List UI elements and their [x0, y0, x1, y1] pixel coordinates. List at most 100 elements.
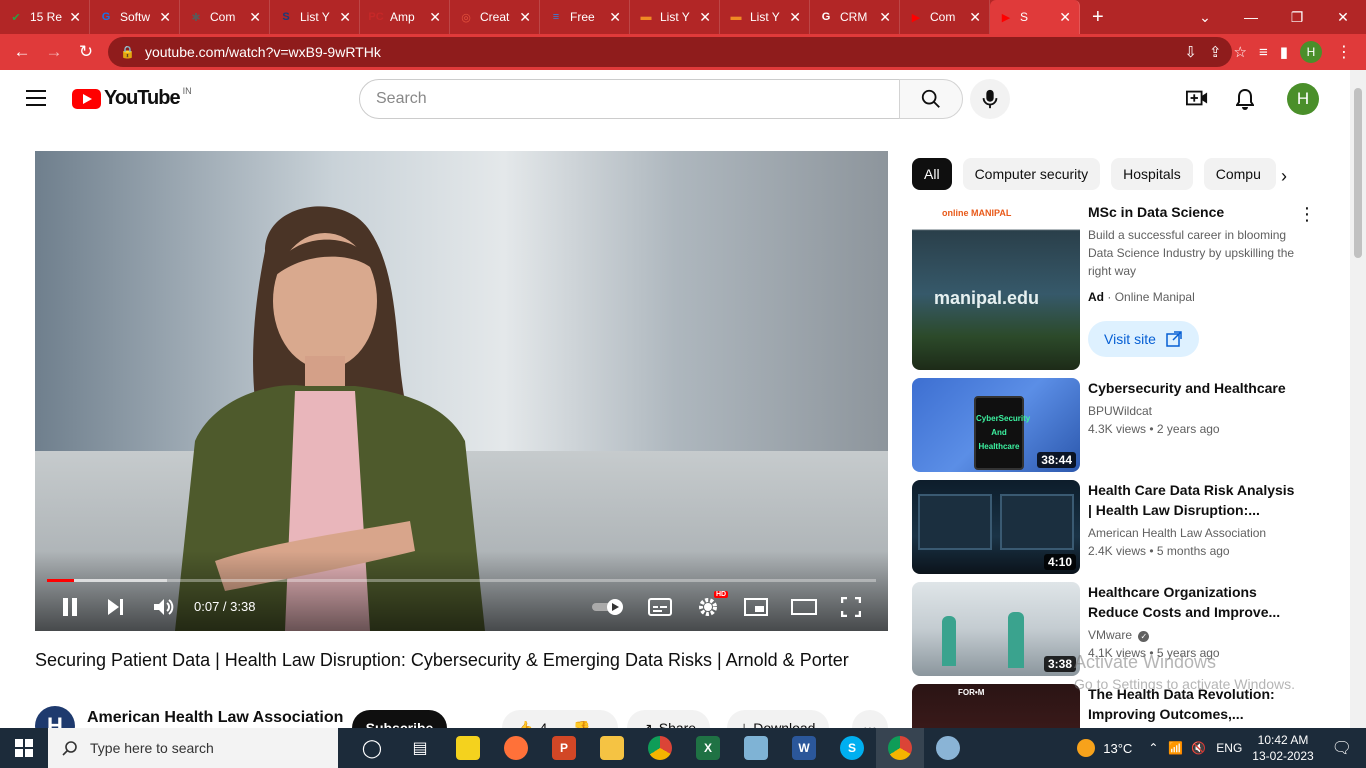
install-icon[interactable]: ⇩: [1184, 43, 1197, 61]
browser-tab[interactable]: ◎ Creat ✕: [450, 0, 540, 34]
fullscreen-button[interactable]: [841, 595, 861, 619]
browser-tab[interactable]: G CRM ✕: [810, 0, 900, 34]
recommendation-channel-row[interactable]: VMware ✓: [1088, 626, 1150, 644]
recommendation-item[interactable]: 4:10 Health Care Data Risk Analysis | He…: [912, 480, 1332, 574]
tab-close-icon[interactable]: ✕: [339, 9, 351, 26]
filter-chip[interactable]: Hospitals: [1111, 158, 1193, 190]
browser-tab[interactable]: PC Amp ✕: [360, 0, 450, 34]
forward-button[interactable]: →: [38, 42, 70, 62]
browser-tab[interactable]: ▬ List Y ✕: [720, 0, 810, 34]
tab-close-icon[interactable]: ✕: [609, 9, 621, 26]
chrome-app[interactable]: [636, 728, 684, 768]
recommendation-title[interactable]: Cybersecurity and Healthcare: [1088, 378, 1298, 398]
weather-temperature[interactable]: 13°C: [1103, 741, 1132, 756]
browser-tab[interactable]: S List Y ✕: [270, 0, 360, 34]
minimize-button[interactable]: —: [1228, 9, 1274, 25]
tray-overflow-icon[interactable]: ⌃: [1148, 741, 1158, 755]
sticky-notes-app[interactable]: [444, 728, 492, 768]
file-explorer-app[interactable]: [588, 728, 636, 768]
browser-tab[interactable]: G Softw ✕: [90, 0, 180, 34]
side-panel-icon[interactable]: ▮: [1280, 43, 1288, 61]
recommendation-channel[interactable]: BPUWildcat: [1088, 402, 1152, 420]
weather-icon[interactable]: [1077, 739, 1096, 757]
tab-close-icon[interactable]: ✕: [159, 9, 171, 26]
filter-chip[interactable]: Compu: [1203, 158, 1276, 190]
recommendation-title[interactable]: Healthcare Organizations Reduce Costs an…: [1088, 582, 1298, 622]
ad-card[interactable]: online MANIPAL manipal.edu MSc in Data S…: [912, 202, 1332, 370]
theater-mode-button[interactable]: [791, 595, 817, 619]
video-player[interactable]: 0:07 / 3:38 HD: [35, 151, 888, 631]
chips-next-arrow-icon[interactable]: ›: [1281, 166, 1287, 187]
miniplayer-button[interactable]: [744, 595, 768, 619]
tab-close-icon[interactable]: ✕: [879, 9, 891, 26]
new-tab-button[interactable]: +: [1080, 6, 1116, 29]
tab-close-icon[interactable]: ✕: [69, 9, 81, 26]
settings-button[interactable]: HD: [696, 591, 729, 619]
restore-button[interactable]: ❐: [1274, 9, 1320, 26]
omnibox[interactable]: 🔒 youtube.com/watch?v=wxB9-9wRTHk: [108, 37, 1232, 67]
recommendation-channel[interactable]: American Health Law Association: [1088, 524, 1266, 542]
browser-tab[interactable]: ✱ Com ✕: [180, 0, 270, 34]
volume-button[interactable]: [153, 595, 175, 619]
youtube-logo[interactable]: YouTube IN: [72, 86, 192, 110]
hamburger-menu-icon[interactable]: [26, 90, 46, 106]
tab-close-icon[interactable]: ✕: [699, 9, 711, 26]
tab-close-icon[interactable]: ✕: [519, 9, 531, 26]
browser-tab[interactable]: ✔ 15 Re ✕: [0, 0, 90, 34]
recommendation-thumbnail[interactable]: CyberSecurity And Healthcare 38:44: [912, 378, 1080, 472]
subtitles-button[interactable]: [648, 595, 672, 619]
recommendation-thumbnail[interactable]: 4:10: [912, 480, 1080, 574]
taskbar-search-box[interactable]: Type here to search: [48, 728, 338, 768]
tab-close-icon[interactable]: ✕: [969, 9, 981, 26]
search-button[interactable]: [899, 79, 963, 119]
excel-app[interactable]: X: [684, 728, 732, 768]
back-button[interactable]: ←: [6, 42, 38, 62]
chrome-profile-app[interactable]: [876, 728, 924, 768]
next-button[interactable]: [107, 595, 125, 619]
ad-title[interactable]: MSc in Data Science: [1088, 202, 1298, 222]
skype-app[interactable]: S: [828, 728, 876, 768]
filter-chip[interactable]: All: [912, 158, 952, 190]
media-control-icon[interactable]: ≡: [1259, 44, 1268, 61]
recommendation-item[interactable]: CyberSecurity And Healthcare 38:44 Cyber…: [912, 378, 1332, 472]
start-button[interactable]: [0, 728, 48, 768]
reload-button[interactable]: ↻: [70, 42, 102, 62]
word-app[interactable]: W: [780, 728, 828, 768]
page-scrollbar[interactable]: [1350, 70, 1366, 728]
scrollbar-thumb[interactable]: [1354, 88, 1362, 258]
progress-bar[interactable]: [47, 579, 876, 582]
recommendation-channel[interactable]: VMware: [1088, 628, 1132, 642]
search-input[interactable]: Search: [359, 79, 900, 119]
recommendation-title[interactable]: Health Care Data Risk Analysis | Health …: [1088, 480, 1298, 520]
voice-search-button[interactable]: [970, 79, 1010, 119]
ad-thumbnail[interactable]: online MANIPAL manipal.edu: [912, 202, 1080, 370]
browser-tab[interactable]: ▬ List Y ✕: [630, 0, 720, 34]
account-avatar[interactable]: H: [1287, 83, 1319, 115]
task-view-button[interactable]: ◯: [348, 728, 396, 768]
tab-search-icon[interactable]: ⌄: [1182, 9, 1228, 26]
firefox-app[interactable]: [492, 728, 540, 768]
tab-close-icon[interactable]: ✕: [789, 9, 801, 26]
share-icon[interactable]: ⇪: [1209, 43, 1222, 61]
channel-name[interactable]: American Health Law Association: [87, 709, 343, 727]
visit-site-button[interactable]: Visit site: [1088, 321, 1199, 357]
volume-muted-icon[interactable]: 🔇: [1191, 741, 1206, 755]
pause-button[interactable]: [61, 595, 79, 619]
browser-tab[interactable]: ▶ S ✕: [990, 0, 1080, 34]
tab-close-icon[interactable]: ✕: [429, 9, 441, 26]
notes-app[interactable]: [732, 728, 780, 768]
close-window-button[interactable]: ✕: [1320, 9, 1366, 26]
recommendation-thumbnail[interactable]: 3:38: [912, 582, 1080, 676]
tab-close-icon[interactable]: ✕: [249, 9, 261, 26]
ad-menu-kebab-icon[interactable]: ⋮: [1298, 204, 1316, 225]
clock[interactable]: 10:42 AM 13-02-2023: [1252, 732, 1313, 764]
recommendation-thumbnail[interactable]: FOR•M: [912, 684, 1080, 728]
paint-app[interactable]: [924, 728, 972, 768]
menu-kebab-icon[interactable]: ⋮: [1336, 42, 1352, 62]
notification-center-icon[interactable]: 🗨: [1332, 738, 1352, 758]
notifications-bell-icon[interactable]: [1235, 88, 1255, 115]
bookmark-star-icon[interactable]: ☆: [1234, 43, 1247, 61]
language-indicator[interactable]: ENG: [1216, 741, 1242, 755]
filter-chip[interactable]: Computer security: [962, 158, 1101, 190]
browser-tab[interactable]: ▶ Com ✕: [900, 0, 990, 34]
